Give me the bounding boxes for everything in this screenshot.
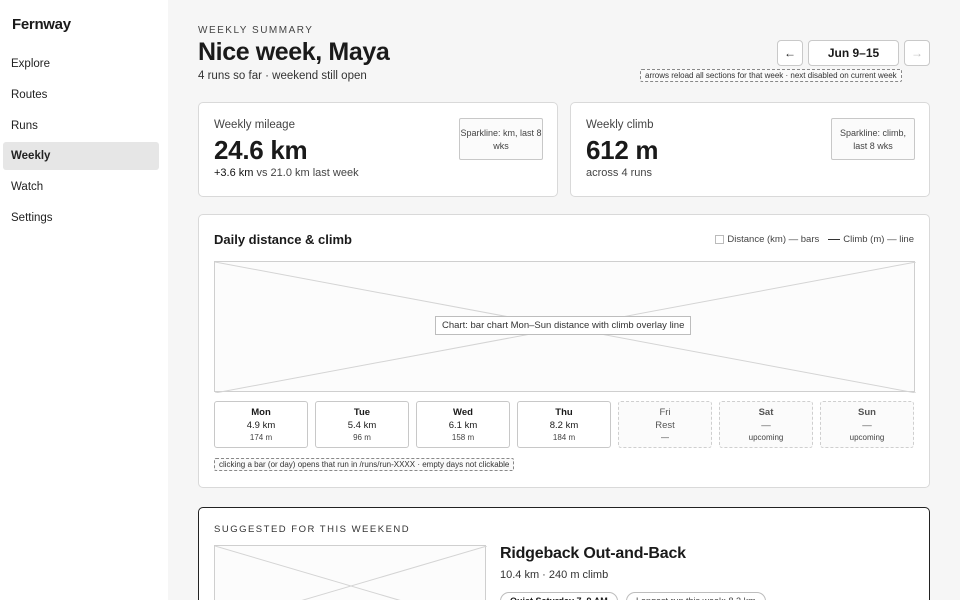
- sidebar-item-watch[interactable]: Watch: [3, 173, 159, 201]
- stat-value: 24.6 km: [214, 135, 308, 165]
- sidebar-item-weekly[interactable]: Weekly: [3, 142, 159, 171]
- sidebar: Fernway Explore Routes Runs Weekly Watch…: [0, 0, 168, 600]
- sidebar-item-runs[interactable]: Runs: [3, 112, 159, 140]
- day-distance: 8.2 km: [549, 420, 579, 431]
- day-climb: 174 m: [249, 433, 273, 442]
- sidebar-nav: Explore Routes Runs Weekly Watch Setting…: [0, 50, 168, 235]
- day-distance: —: [761, 420, 771, 431]
- stat-label: Weekly climb: [586, 119, 654, 131]
- weekly-climb-card: Weekly climb 612 m across 4 runs Sparkli…: [570, 102, 930, 197]
- day-name: Mon: [251, 407, 271, 418]
- stat-value: 612 m: [586, 135, 659, 165]
- bar-swatch-icon: [715, 235, 725, 244]
- placeholder-cross-icon: [214, 545, 488, 600]
- page-eyebrow: Weekly summary: [198, 25, 314, 36]
- sidebar-item-settings[interactable]: Settings: [3, 204, 159, 232]
- day-name: Sun: [858, 407, 876, 418]
- suggestion-chip: Quiet Saturday 7–9 AM: [500, 592, 618, 600]
- page-subtitle: 4 runs so far · weekend still open: [198, 70, 367, 82]
- day-climb: 184 m: [552, 433, 576, 442]
- day-name: Wed: [453, 407, 473, 418]
- day-distance: —: [862, 420, 872, 431]
- next-week-button: →: [904, 40, 930, 66]
- brand-logo[interactable]: Fernway: [12, 16, 71, 33]
- chart-placeholder[interactable]: Chart: bar chart Mon–Sun distance with c…: [214, 261, 916, 393]
- chart-legend: Distance (km) — bars Climb (m) — line: [706, 234, 914, 245]
- arrow-right-icon: →: [911, 46, 923, 60]
- legend-climb-label: Climb (m) — line: [843, 234, 914, 245]
- previous-week-button[interactable]: ←: [777, 40, 803, 66]
- day-tile-fri: Fri Rest —: [618, 401, 712, 448]
- suggestion-card[interactable]: Suggested for this weekend Ridgeback Out…: [198, 507, 930, 600]
- day-tiles: Mon 4.9 km 174 m Tue 5.4 km 96 m Wed 6.1…: [214, 401, 915, 449]
- day-climb: —: [661, 433, 669, 442]
- day-distance: 4.9 km: [246, 420, 276, 431]
- route-name[interactable]: Ridgeback Out-and-Back: [500, 545, 686, 563]
- week-label: Jun 9–15: [808, 40, 899, 66]
- chart-title: Daily distance & climb: [214, 232, 352, 247]
- day-tile-thu[interactable]: Thu 8.2 km 184 m: [517, 401, 611, 448]
- week-nav-annotation: arrows reload all sections for that week…: [640, 69, 902, 82]
- page-title: Nice week, Maya: [198, 38, 390, 66]
- route-image-placeholder: [214, 545, 488, 600]
- day-climb: 158 m: [451, 433, 475, 442]
- stat-label: Weekly mileage: [214, 119, 295, 131]
- suggestion-chip: Longest run this week: 8.2 km: [626, 592, 766, 600]
- chart-placeholder-label: Chart: bar chart Mon–Sun distance with c…: [435, 316, 692, 335]
- sidebar-item-routes[interactable]: Routes: [3, 81, 159, 109]
- day-climb: 96 m: [353, 433, 371, 442]
- day-tile-mon[interactable]: Mon 4.9 km 174 m: [214, 401, 308, 448]
- day-distance: 6.1 km: [448, 420, 478, 431]
- stat-delta: +3.6 km vs 21.0 km last week: [214, 167, 359, 179]
- day-tile-sat: Sat — upcoming: [719, 401, 813, 448]
- legend-distance-label: Distance (km) — bars: [727, 234, 820, 245]
- legend-distance: Distance (km) — bars: [715, 234, 819, 245]
- day-tile-tue[interactable]: Tue 5.4 km 96 m: [315, 401, 409, 448]
- stat-delta-context: vs 21.0 km last week: [256, 167, 359, 179]
- stat-context: across 4 runs: [586, 167, 653, 179]
- day-name: Fri: [659, 407, 671, 418]
- route-meta: 10.4 km · 240 m climb: [500, 569, 609, 581]
- legend-climb: Climb (m) — line: [828, 234, 914, 245]
- climb-sparkline: Sparkline: climb, last 8 wks: [831, 118, 915, 160]
- day-name: Sat: [758, 407, 774, 418]
- arrow-left-icon: ←: [784, 46, 796, 60]
- day-distance: Rest: [655, 420, 675, 431]
- line-swatch-icon: [828, 239, 841, 240]
- suggestion-eyebrow: Suggested for this weekend: [214, 524, 411, 535]
- stat-delta-value: +3.6 km: [214, 167, 254, 179]
- day-climb: upcoming: [748, 433, 784, 442]
- main-content: Weekly summary Nice week, Maya 4 runs so…: [168, 0, 960, 600]
- day-name: Thu: [555, 407, 573, 418]
- chart-annotation: clicking a bar (or day) opens that run i…: [214, 458, 515, 471]
- daily-chart-card: Daily distance & climb Distance (km) — b…: [198, 214, 930, 488]
- day-name: Tue: [353, 407, 371, 418]
- day-tile-wed[interactable]: Wed 6.1 km 158 m: [416, 401, 510, 448]
- sidebar-item-explore[interactable]: Explore: [3, 50, 159, 78]
- day-tile-sun: Sun — upcoming: [820, 401, 914, 448]
- day-climb: upcoming: [849, 433, 885, 442]
- mileage-sparkline: Sparkline: km, last 8 wks: [459, 118, 543, 160]
- weekly-mileage-card: Weekly mileage 24.6 km +3.6 km vs 21.0 k…: [198, 102, 558, 197]
- day-distance: 5.4 km: [347, 420, 377, 431]
